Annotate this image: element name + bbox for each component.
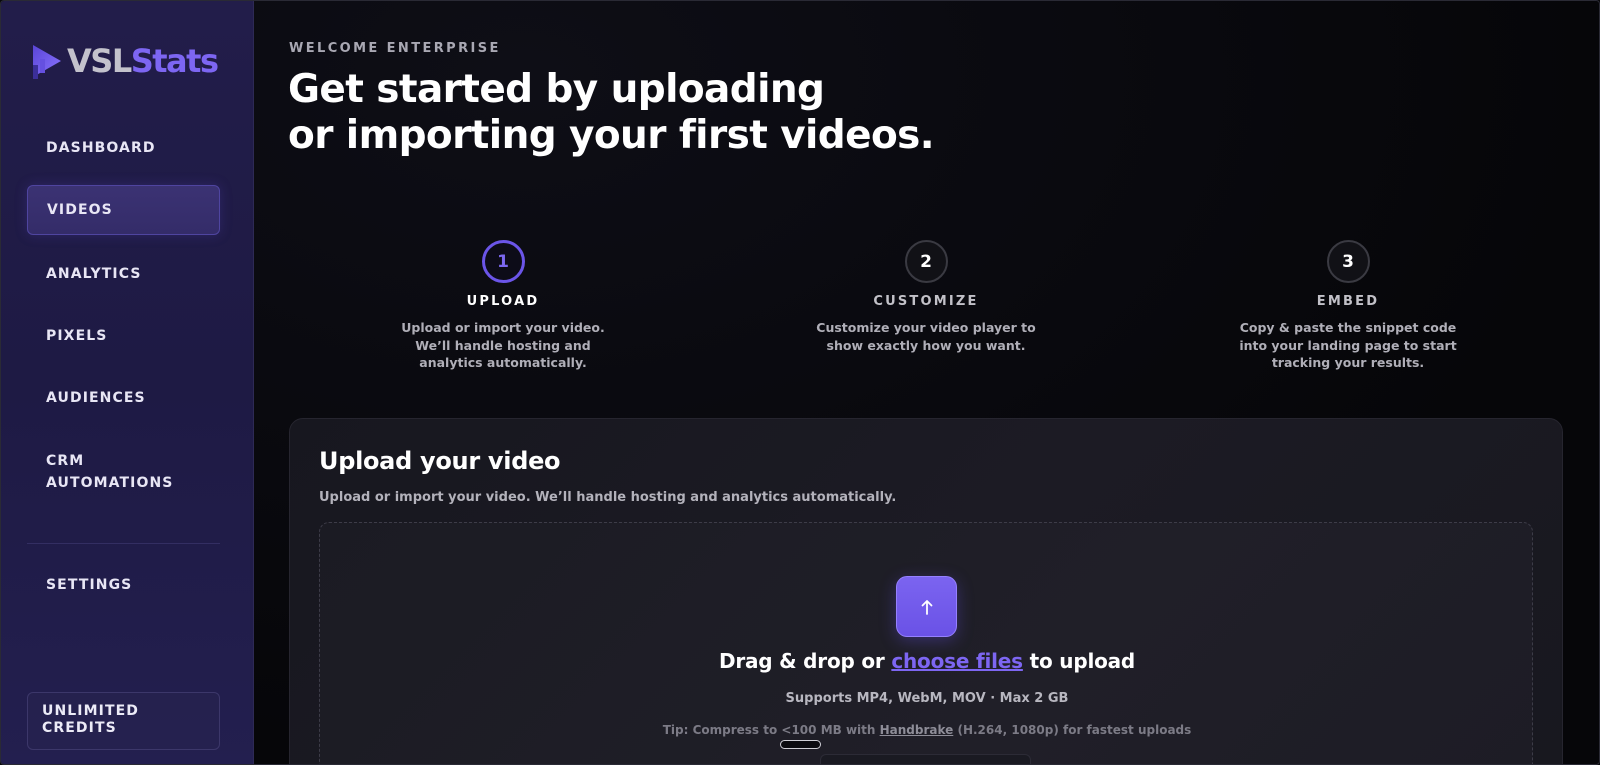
handbrake-link[interactable]: Handbrake xyxy=(880,723,954,737)
step-embed: 3 EMBED Copy & paste the snippet code in… xyxy=(1223,240,1473,372)
sidebar-item-dashboard[interactable]: DASHBOARD xyxy=(27,137,220,159)
step-customize: 2 CUSTOMIZE Customize your video player … xyxy=(801,240,1051,354)
welcome-label: WELCOME ENTERPRISE xyxy=(289,41,501,56)
upload-card-title: Upload your video xyxy=(319,447,561,475)
upload-card-subtitle: Upload or import your video. We’ll handl… xyxy=(319,490,897,505)
scroll-indicator[interactable] xyxy=(780,740,821,749)
brand-logo[interactable]: VSLStats xyxy=(29,39,219,83)
step-number: 1 xyxy=(481,240,525,283)
step-description: Copy & paste the snippet code into your … xyxy=(1239,320,1457,370)
sidebar-item-videos[interactable]: VIDEOS xyxy=(27,185,220,235)
credits-line1: UNLIMITED xyxy=(42,703,139,719)
step-number: 3 xyxy=(1326,240,1370,283)
step-description: Customize your video player to show exac… xyxy=(816,320,1036,353)
upload-tip: Tip: Compress to <100 MB with Handbrake … xyxy=(320,723,1534,737)
sidebar-item-label: AUDIENCES xyxy=(46,390,146,406)
sidebar-item-label: SETTINGS xyxy=(46,577,133,593)
supported-formats: Supports MP4, WebM, MOV · Max 2 GB xyxy=(785,691,1069,706)
sidebar-item-settings[interactable]: SETTINGS xyxy=(27,574,220,596)
brand-name-vsl: VSL xyxy=(67,42,132,80)
main-content: WELCOME ENTERPRISE Get started by upload… xyxy=(254,1,1599,764)
upload-card: Upload your video Upload or import your … xyxy=(289,418,1563,764)
step-title: CUSTOMIZE xyxy=(873,294,979,309)
credits-badge[interactable]: UNLIMITED CREDITS xyxy=(27,692,220,750)
secondary-button[interactable] xyxy=(820,754,1031,764)
page-headline: Get started by uploading or importing yo… xyxy=(288,67,988,159)
upload-dropzone[interactable]: Drag & drop or choose files to upload Su… xyxy=(319,522,1534,764)
sidebar-item-label: CRM xyxy=(46,453,85,469)
sidebar-item-label-line2: AUTOMATIONS xyxy=(46,475,174,491)
tip-prefix: Tip: Compress to <100 MB with xyxy=(662,723,880,737)
upload-button[interactable] xyxy=(896,576,957,637)
sidebar-divider xyxy=(27,543,220,544)
sidebar-item-label: PIXELS xyxy=(46,328,108,344)
step-title: EMBED xyxy=(1316,294,1380,309)
sidebar-item-pixels[interactable]: PIXELS xyxy=(27,325,220,347)
step-description: Upload or import your video. We’ll handl… xyxy=(401,320,605,370)
sidebar-item-label: DASHBOARD xyxy=(46,140,156,156)
sidebar-item-label: ANALYTICS xyxy=(46,266,142,282)
tip-suffix: (H.264, 1080p) for fastest uploads xyxy=(953,723,1192,737)
brand-name-stats: Stats xyxy=(130,42,219,80)
drag-prefix: Drag & drop or xyxy=(718,649,892,673)
step-title: UPLOAD xyxy=(466,294,540,309)
step-number: 2 xyxy=(904,240,948,283)
arrow-up-icon xyxy=(921,599,932,615)
sidebar-item-crm-automations[interactable]: CRM AUTOMATIONS xyxy=(27,450,220,494)
choose-files-link[interactable]: choose files xyxy=(891,649,1023,673)
sidebar: VSLStats DASHBOARD VIDEOS ANALYTICS PIXE… xyxy=(1,1,254,764)
credits-line2: CREDITS xyxy=(42,720,117,736)
sidebar-item-audiences[interactable]: AUDIENCES xyxy=(27,387,220,409)
headline-line2: or importing your first videos. xyxy=(288,113,935,158)
app-window: VSLStats DASHBOARD VIDEOS ANALYTICS PIXE… xyxy=(0,0,1600,765)
drag-suffix: to upload xyxy=(1022,649,1136,673)
sidebar-item-label: VIDEOS xyxy=(47,202,113,218)
dropzone-instructions: Drag & drop or choose files to upload xyxy=(320,649,1534,673)
headline-line1: Get started by uploading xyxy=(288,67,825,112)
step-upload: 1 UPLOAD Upload or import your video. We… xyxy=(378,240,628,372)
logo-play-icon xyxy=(33,45,61,79)
sidebar-item-analytics[interactable]: ANALYTICS xyxy=(27,263,220,285)
